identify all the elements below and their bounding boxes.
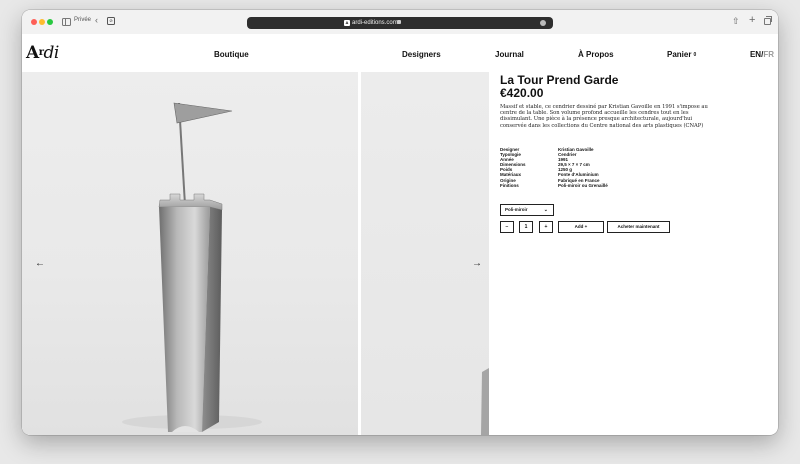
quantity-increase-button[interactable]: + — [539, 221, 553, 233]
private-browsing-icon[interactable]: ⊘ — [107, 17, 115, 25]
nav-panier[interactable]: Panier 0 — [667, 50, 696, 60]
finish-select[interactable]: Poli-miroir ⌄ — [500, 204, 554, 216]
product-photo-main — [22, 72, 358, 435]
share-icon[interactable]: ⇧ — [732, 16, 740, 26]
logo-letters-di: di — [43, 43, 59, 63]
new-tab-icon[interactable]: + — [749, 15, 755, 26]
tower-ashtray-image — [122, 102, 262, 432]
product-gallery: ← → — [22, 72, 492, 435]
extension-icon[interactable] — [540, 20, 546, 26]
browser-window: Privée ‹ ⊘ A ardi-editions.com ⇧ + Ardi … — [22, 10, 778, 435]
nav-a-propos[interactable]: À Propos — [578, 50, 614, 60]
zoom-window-button[interactable] — [47, 19, 53, 25]
spec-row: Finitions Poli-miroir ou Grenaillé — [500, 183, 700, 188]
buy-now-button[interactable]: Acheter maintenant — [607, 221, 670, 233]
site-favicon-icon: A — [344, 20, 350, 26]
browser-toolbar: Privée ‹ ⊘ A ardi-editions.com ⇧ + — [22, 10, 778, 35]
close-window-button[interactable] — [31, 19, 37, 25]
quantity-decrease-button[interactable]: − — [500, 221, 514, 233]
spec-label: Finitions — [500, 182, 519, 188]
quantity-input[interactable]: 1 — [519, 221, 533, 233]
ardi-logo[interactable]: Ardi — [26, 43, 59, 63]
chevron-down-icon: ⌄ — [543, 207, 548, 213]
product-title: La Tour Prend Garde — [500, 73, 619, 87]
site-header: Ardi Boutique Designers Journal À Propos… — [22, 34, 778, 72]
address-bar[interactable]: A ardi-editions.com — [247, 17, 553, 29]
tab-overview-icon[interactable] — [764, 16, 772, 25]
cart-count-badge: 0 — [693, 52, 697, 58]
finish-select-value: Poli-miroir — [505, 207, 528, 212]
product-photo-second — [361, 72, 489, 435]
logo-letter-a: A — [26, 43, 39, 63]
tower-detail-image — [481, 368, 489, 435]
back-arrow-icon[interactable]: ‹ — [95, 15, 98, 25]
private-mode-label: Privée — [74, 17, 92, 23]
gallery-next-arrow-icon[interactable]: → — [472, 259, 482, 269]
nav-boutique[interactable]: Boutique — [214, 50, 249, 60]
url-text: ardi-editions.com — [352, 20, 398, 26]
sidebar-toggle-icon[interactable] — [62, 18, 71, 26]
lang-fr-link[interactable]: FR — [763, 50, 774, 59]
lock-icon — [397, 20, 401, 24]
nav-journal[interactable]: Journal — [495, 50, 524, 60]
product-description: Massif et stable, ce cendrier dessiné pa… — [500, 104, 708, 129]
add-to-cart-button[interactable]: Add + — [558, 221, 604, 233]
product-price: €420.00 — [500, 86, 544, 100]
product-specs: Designer Kristian Gavoille Typologie Cendr… — [500, 147, 700, 188]
language-switcher: EN/FR — [750, 50, 774, 60]
nav-designers[interactable]: Designers — [402, 50, 441, 60]
lang-en-link[interactable]: EN — [750, 50, 761, 59]
minimize-window-button[interactable] — [39, 19, 45, 25]
cart-label: Panier — [667, 50, 692, 59]
gallery-prev-arrow-icon[interactable]: ← — [35, 259, 45, 269]
spec-value: Poli-miroir ou Grenaillé — [558, 182, 608, 188]
